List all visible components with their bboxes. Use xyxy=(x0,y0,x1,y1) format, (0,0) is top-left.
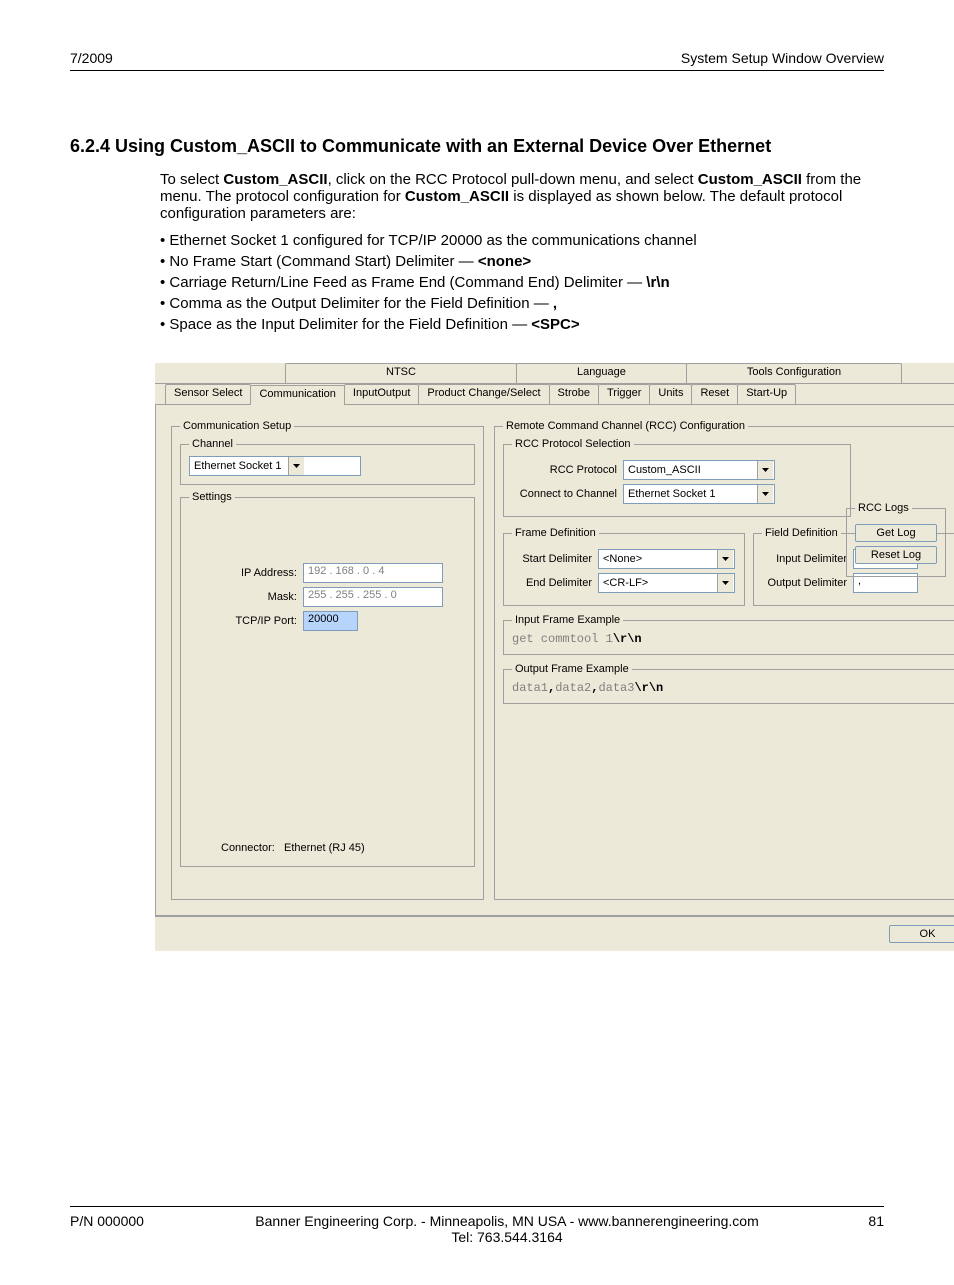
footer-page-number: 81 xyxy=(824,1213,884,1245)
rcc-config-legend: Remote Command Channel (RCC) Configurati… xyxy=(503,420,748,432)
tab-communication[interactable]: Communication xyxy=(250,385,344,405)
get-log-button[interactable]: Get Log xyxy=(855,524,937,542)
header-date: 7/2009 xyxy=(70,50,113,66)
start-delim-value: <None> xyxy=(599,553,717,565)
intro-paragraph: To select Custom_ASCII, click on the RCC… xyxy=(160,171,884,222)
bullet-item: Ethernet Socket 1 configured for TCP/IP … xyxy=(160,232,884,249)
bullet-item: Space as the Input Delimiter for the Fie… xyxy=(160,316,884,333)
connect-channel-label: Connect to Channel xyxy=(512,488,617,500)
tab-start-up[interactable]: Start-Up xyxy=(737,384,796,404)
frame-definition-legend: Frame Definition xyxy=(512,527,599,539)
input-frame-example-group: Input Frame Example get commtool 1\r\n xyxy=(503,614,954,655)
footer-pn: P/N 000000 xyxy=(70,1213,190,1245)
bullet-list: Ethernet Socket 1 configured for TCP/IP … xyxy=(160,232,884,333)
rcc-protocol-select[interactable]: Custom_ASCII xyxy=(623,460,775,480)
footer-tel: Tel: 763.544.3164 xyxy=(190,1229,824,1245)
tab-trigger[interactable]: Trigger xyxy=(598,384,650,404)
communication-setup-group: Communication Setup Channel Ethernet Soc… xyxy=(171,420,484,900)
tab-strobe[interactable]: Strobe xyxy=(549,384,599,404)
tab-tools-configuration[interactable]: Tools Configuration xyxy=(686,363,902,383)
tab-sensor-select[interactable]: Sensor Select xyxy=(165,384,251,404)
channel-select[interactable]: Ethernet Socket 1 xyxy=(189,456,361,476)
rcc-logs-legend: RCC Logs xyxy=(855,502,912,514)
start-delim-select[interactable]: <None> xyxy=(598,549,735,569)
connect-channel-value: Ethernet Socket 1 xyxy=(624,488,757,500)
tab-language[interactable]: Language xyxy=(516,363,687,383)
tab-product-change-select[interactable]: Product Change/Select xyxy=(418,384,549,404)
rcc-protocol-selection-group: RCC Protocol Selection RCC Protocol Cust… xyxy=(503,438,851,517)
channel-legend: Channel xyxy=(189,438,236,450)
channel-group: Channel Ethernet Socket 1 xyxy=(180,438,475,485)
reset-log-button[interactable]: Reset Log xyxy=(855,546,937,564)
field-definition-legend: Field Definition xyxy=(762,527,841,539)
settings-legend: Settings xyxy=(189,491,235,503)
output-delim-label: Output Delimiter xyxy=(762,577,847,589)
mask-field[interactable]: 255 . 255 . 255 . 0 xyxy=(303,587,443,607)
mask-label: Mask: xyxy=(189,591,297,603)
chevron-down-icon xyxy=(757,461,773,479)
rcc-logs-group: RCC Logs Get Log Reset Log xyxy=(846,502,946,577)
footer-company: Banner Engineering Corp. - Minneapolis, … xyxy=(190,1213,824,1229)
end-delim-label: End Delimiter xyxy=(512,577,592,589)
channel-value: Ethernet Socket 1 xyxy=(190,460,288,472)
port-label: TCP/IP Port: xyxy=(189,615,297,627)
rcc-protocol-selection-legend: RCC Protocol Selection xyxy=(512,438,634,450)
chevron-down-icon xyxy=(757,485,773,503)
bullet-item: Carriage Return/Line Feed as Frame End (… xyxy=(160,274,884,291)
bullet-item: Comma as the Output Delimiter for the Fi… xyxy=(160,295,884,312)
tab-ntsc[interactable]: NTSC xyxy=(285,363,517,383)
output-frame-example-group: Output Frame Example data1,data2,data3\r… xyxy=(503,663,954,704)
port-field[interactable]: 20000 xyxy=(303,611,358,631)
ok-button[interactable]: OK xyxy=(889,925,954,943)
rcc-protocol-label: RCC Protocol xyxy=(512,464,617,476)
tab-inputoutput[interactable]: InputOutput xyxy=(344,384,420,404)
chevron-down-icon xyxy=(717,574,733,592)
end-delim-select[interactable]: <CR-LF> xyxy=(598,573,735,593)
connect-channel-select[interactable]: Ethernet Socket 1 xyxy=(623,484,775,504)
start-delim-label: Start Delimiter xyxy=(512,553,592,565)
input-frame-example-legend: Input Frame Example xyxy=(512,614,623,626)
ip-label: IP Address: xyxy=(189,567,297,579)
rcc-config-group: Remote Command Channel (RCC) Configurati… xyxy=(494,420,954,900)
end-delim-value: <CR-LF> xyxy=(599,577,717,589)
ip-field[interactable]: 192 . 168 . 0 . 4 xyxy=(303,563,443,583)
chevron-down-icon xyxy=(717,550,733,568)
frame-definition-group: Frame Definition Start Delimiter <None> … xyxy=(503,527,745,606)
header-title: System Setup Window Overview xyxy=(681,50,884,66)
communication-setup-legend: Communication Setup xyxy=(180,420,294,432)
rcc-protocol-value: Custom_ASCII xyxy=(624,464,757,476)
input-frame-example-text: get commtool 1\r\n xyxy=(512,632,642,646)
bullet-item: No Frame Start (Command Start) Delimiter… xyxy=(160,253,884,270)
section-title: 6.2.4 Using Custom_ASCII to Communicate … xyxy=(70,136,884,157)
output-frame-example-legend: Output Frame Example xyxy=(512,663,632,675)
settings-group: Settings IP Address: 192 . 168 . 0 . 4 M… xyxy=(180,491,475,867)
tab-units[interactable]: Units xyxy=(649,384,692,404)
output-frame-example-text: data1,data2,data3\r\n xyxy=(512,681,663,695)
connector-label: Connector: xyxy=(221,842,275,854)
chevron-down-icon xyxy=(288,457,304,475)
tab-reset[interactable]: Reset xyxy=(691,384,738,404)
connector-value: Ethernet (RJ 45) xyxy=(284,842,365,854)
input-delim-label: Input Delimiter xyxy=(762,553,847,565)
